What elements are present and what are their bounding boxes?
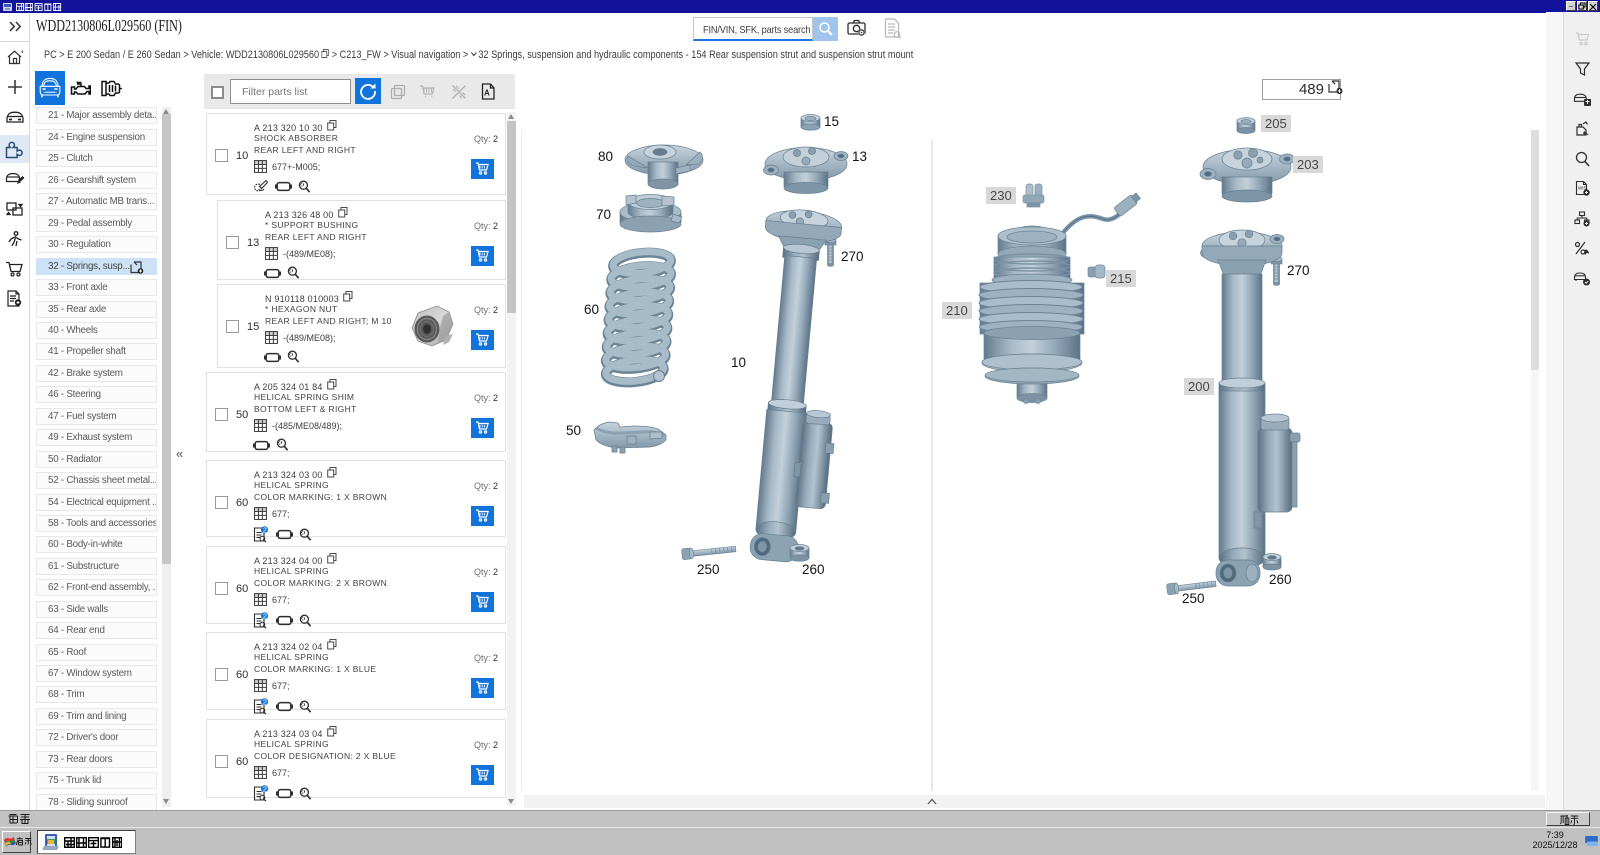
svg-text:2: 2: [263, 612, 267, 621]
svg-text:2: 2: [263, 785, 267, 794]
svg-text:2: 2: [263, 526, 267, 535]
svg-text:A: A: [484, 89, 490, 98]
svg-text:2: 2: [263, 698, 267, 707]
